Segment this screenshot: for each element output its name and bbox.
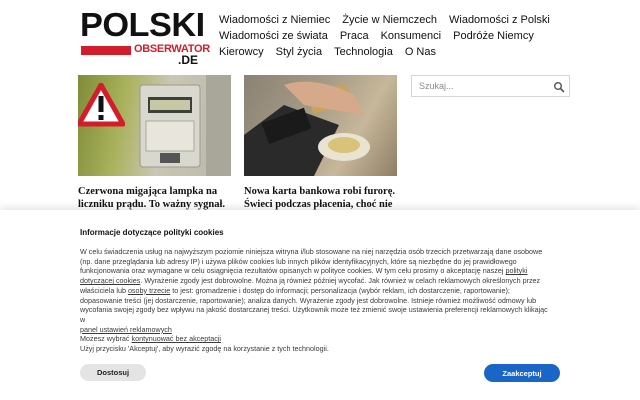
cookie-title: Informacje dotyczące polityki cookies (80, 228, 224, 237)
third-parties-link[interactable]: osoby trzecie (128, 286, 170, 295)
nav-item-konsumenci[interactable]: Konsumenci (381, 28, 442, 44)
logo-wordmark: POLSKI (80, 6, 205, 43)
payment-terminal-icon (244, 81, 370, 176)
nav-item-podroze-niemcy[interactable]: Podróże Niemcy (453, 28, 534, 44)
cookie-paragraph: W celu świadczenia usług na najwyższym p… (80, 247, 543, 276)
cookie-paragraph: Możesz wybrać (80, 334, 132, 344)
accept-button[interactable]: Zaakceptuj (484, 364, 560, 382)
article-image[interactable] (244, 75, 397, 176)
nav-item-wiadomosci-ze-swiata[interactable]: Wiadomości ze świata (219, 28, 328, 44)
site-logo[interactable]: POLSKI OBSERWATOR .DE (80, 6, 210, 67)
cookie-consent-banner: Informacje dotyczące polityki cookies W … (0, 210, 640, 400)
main-navigation: Wiadomości z Niemiec Życie w Niemczech W… (219, 12, 550, 60)
warning-triangle-icon (78, 83, 125, 127)
search-input[interactable] (412, 76, 548, 96)
nav-row-1: Wiadomości z Niemiec Życie w Niemczech W… (219, 12, 550, 28)
nav-item-technologia[interactable]: Technologia (334, 44, 393, 60)
ad-settings-panel-link[interactable]: panel ustawień reklamowych (80, 325, 172, 334)
cookie-text: W celu świadczenia usług na najwyższym p… (80, 247, 550, 354)
logo-tld: .DE (178, 53, 199, 67)
nav-item-o-nas[interactable]: O Nas (405, 44, 436, 60)
search-icon[interactable] (553, 80, 565, 93)
continue-without-accepting-link[interactable]: kontynuować bez akceptacji (132, 334, 222, 343)
customize-button[interactable]: Dostosuj (80, 364, 146, 381)
article-card[interactable]: Czerwona migająca lampka na liczniku prą… (78, 75, 231, 211)
nav-row-3: Kierowcy Styl życia Technologia O Nas (219, 44, 549, 60)
logo-red-bar (81, 46, 131, 55)
article-title[interactable]: Nowa karta bankowa robi furorę. Świeci p… (244, 185, 397, 211)
nav-item-praca[interactable]: Praca (340, 28, 369, 44)
nav-item-wiadomosci-z-polski[interactable]: Wiadomości z Polski (449, 12, 550, 28)
nav-item-wiadomosci-z-niemiec[interactable]: Wiadomości z Niemiec (219, 12, 330, 28)
article-card[interactable]: Nowa karta bankowa robi furorę. Świeci p… (244, 75, 397, 211)
nav-row-2: Wiadomości ze świata Praca Konsumenci Po… (219, 28, 549, 44)
nav-item-zycie-w-niemczech[interactable]: Życie w Niemczech (342, 12, 437, 28)
nav-item-kierowcy[interactable]: Kierowcy (219, 44, 264, 60)
search-box (411, 75, 570, 97)
nav-item-styl-zycia[interactable]: Styl życia (276, 44, 322, 60)
cookie-paragraph: Użyj przycisku 'Akceptuj', aby wyrazić z… (80, 344, 329, 354)
article-image[interactable] (78, 75, 231, 176)
article-title[interactable]: Czerwona migająca lampka na liczniku prą… (78, 185, 231, 211)
logo-subtitle: OBSERWATOR (134, 43, 210, 55)
